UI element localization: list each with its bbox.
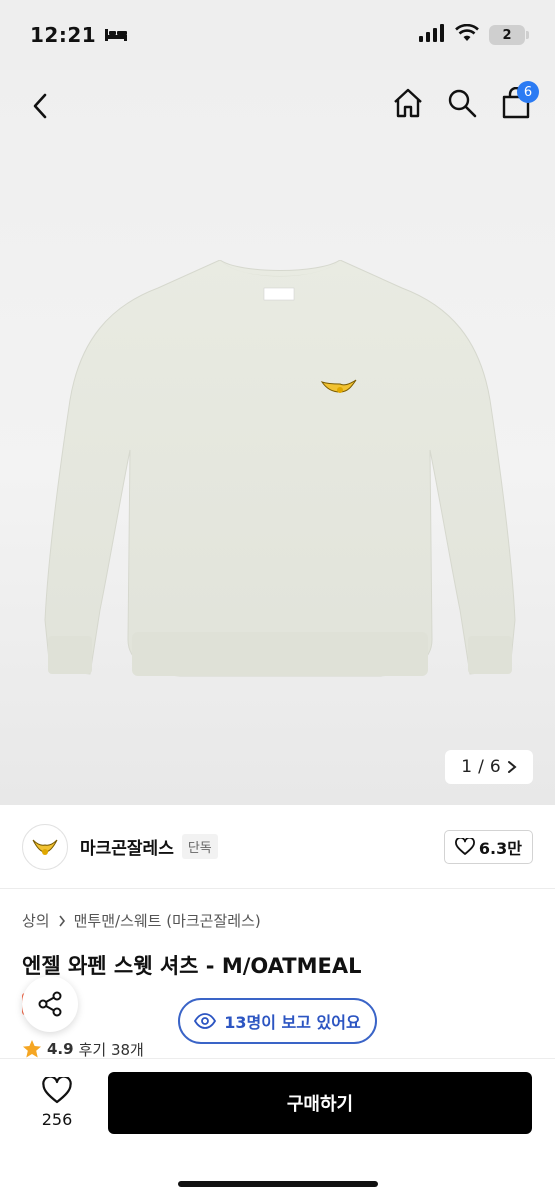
bed-icon [104, 23, 128, 47]
brand-logo[interactable] [22, 823, 68, 870]
signal-icon [419, 24, 445, 46]
brand-like-count: 6.3만 [478, 838, 522, 858]
status-left: 12:21 [30, 23, 128, 47]
home-icon [394, 88, 422, 118]
brand-like-button[interactable]: 6.3만 [443, 829, 533, 864]
back-icon [33, 93, 47, 119]
product-image[interactable] [40, 259, 520, 700]
status-bar: 12:21 2 [0, 0, 555, 70]
top-nav-icons: 6 [391, 81, 539, 122]
status-right: 2 [419, 23, 529, 46]
pager-separator: / [478, 757, 484, 777]
search-button[interactable] [445, 84, 479, 122]
wishlist-button[interactable]: 256 [22, 1068, 92, 1138]
search-icon [448, 89, 477, 118]
rating-row[interactable]: 4.9 후기 38개 [22, 1038, 144, 1060]
breadcrumb: 상의 맨투맨/스웨트 (마크곤잘레스) [22, 910, 261, 931]
back-button[interactable] [22, 88, 58, 124]
share-button[interactable] [22, 976, 78, 1032]
viewers-text: 13명이 보고 있어요 [224, 1013, 361, 1032]
cart-button[interactable]: 6 [499, 81, 539, 122]
home-indicator [178, 1181, 378, 1187]
product-title: 엔젤 와펜 스웻 셔츠 - M/OATMEAL [22, 954, 362, 978]
review-count: 후기 38개 [78, 1040, 144, 1059]
star-icon [23, 1040, 41, 1058]
gallery-pager[interactable]: 1 / 6 [445, 750, 533, 784]
chevron-right-icon [58, 915, 65, 926]
heart-icon [42, 1077, 72, 1104]
breadcrumb-category[interactable]: 상의 [22, 910, 50, 931]
home-button[interactable] [391, 84, 425, 122]
pager-current: 1 [461, 757, 473, 777]
status-time: 12:21 [30, 23, 97, 47]
wishlist-count: 256 [41, 1110, 73, 1129]
viewers-pill: 13명이 보고 있어요 [178, 998, 377, 1044]
chevron-right-icon [507, 761, 517, 773]
brand-name[interactable]: 마크곤잘레스 [80, 834, 174, 859]
share-icon [38, 991, 62, 1017]
pager-total: 6 [489, 757, 501, 777]
buy-button[interactable]: 구매하기 [108, 1072, 532, 1134]
brand-row: 마크곤잘레스 단독 6.3만 [0, 805, 555, 889]
rating-score: 4.9 [47, 1040, 74, 1058]
battery-icon: 2 [489, 25, 529, 45]
cart-count-badge: 6 [517, 81, 539, 103]
heart-icon [455, 837, 475, 855]
eye-icon [194, 1013, 217, 1029]
breadcrumb-subcategory[interactable]: 맨투맨/스웨트 (마크곤잘레스) [74, 910, 261, 931]
exclusive-tag: 단독 [181, 834, 218, 859]
wifi-icon [455, 23, 479, 46]
